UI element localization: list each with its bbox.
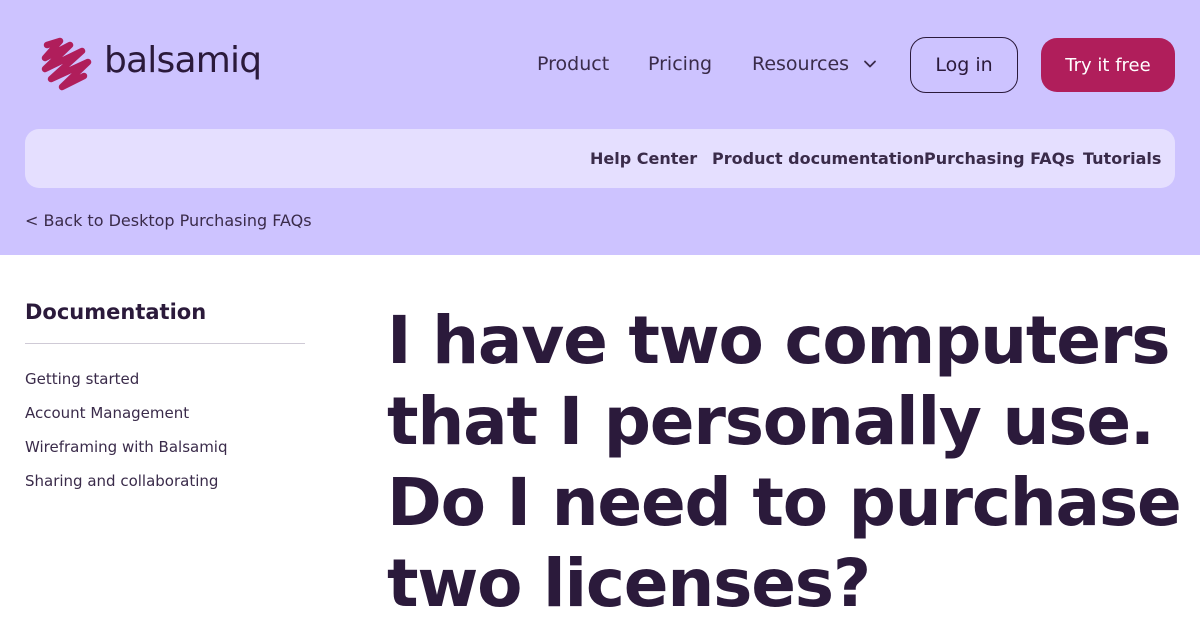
nav-resources[interactable]: Resources xyxy=(752,52,877,76)
site-header: balsamiq Product Pricing Resources Log i… xyxy=(0,0,1200,255)
subnav-item-product-documentation[interactable]: Product documentation xyxy=(712,149,924,169)
resources-subnav: Help Center Product documentation Purcha… xyxy=(25,129,1175,188)
brand-name: balsamiq xyxy=(104,40,262,81)
nav-product[interactable]: Product xyxy=(537,52,609,76)
balsamiq-logo[interactable]: balsamiq xyxy=(38,36,262,92)
sidebar-item-account-management[interactable]: Account Management xyxy=(25,402,228,436)
page-title: I have two computers that I personally u… xyxy=(387,302,1182,622)
try-free-button[interactable]: Try it free xyxy=(1041,38,1175,92)
balsamiq-logo-icon xyxy=(41,37,92,91)
sidebar-item-wireframing[interactable]: Wireframing with Balsamiq xyxy=(25,436,228,470)
subnav-item-tutorials[interactable]: Tutorials xyxy=(1083,149,1161,169)
sidebar-item-getting-started[interactable]: Getting started xyxy=(25,368,228,402)
sidebar-item-sharing[interactable]: Sharing and collaborating xyxy=(25,470,228,504)
subnav-item-help-center[interactable]: Help Center xyxy=(590,149,697,169)
nav-pricing[interactable]: Pricing xyxy=(648,52,712,76)
sidebar-divider xyxy=(25,343,305,344)
subnav-item-purchasing-faqs[interactable]: Purchasing FAQs xyxy=(924,149,1075,169)
login-button[interactable]: Log in xyxy=(910,37,1018,93)
sidebar-title: Documentation xyxy=(25,300,207,324)
sidebar-list: Getting started Account Management Wiref… xyxy=(25,368,228,504)
back-link[interactable]: < Back to Desktop Purchasing FAQs xyxy=(25,211,312,231)
nav-resources-label: Resources xyxy=(752,53,850,75)
chevron-down-icon xyxy=(864,60,876,68)
